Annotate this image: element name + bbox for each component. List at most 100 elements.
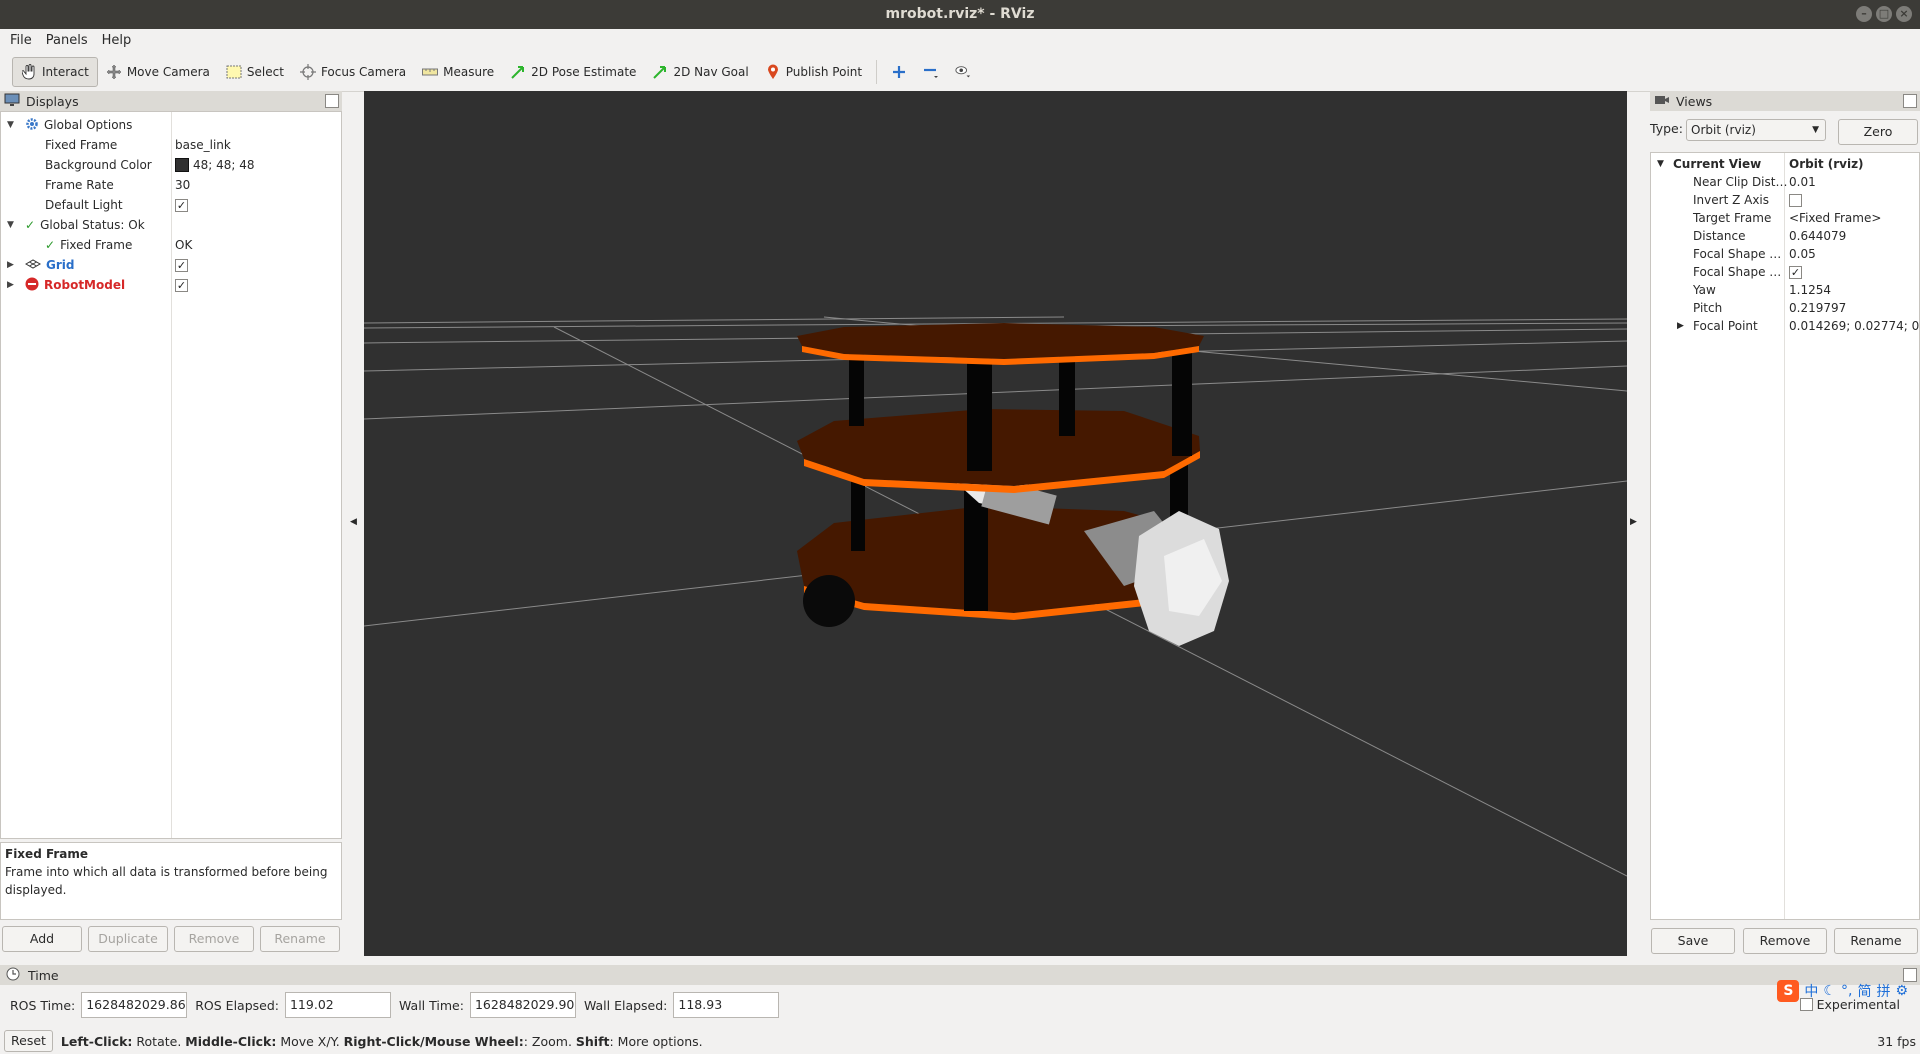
collapse-right-icon[interactable]: ▶ [1630,517,1637,527]
save-view-button[interactable]: Save [1651,928,1735,954]
ros-elapsed-field[interactable]: 119.02 [284,992,391,1018]
expand-down-icon[interactable]: ▼ [7,220,14,230]
invert-z-checkbox[interactable] [1789,193,1802,207]
tree-row-robot-model[interactable]: ▶ RobotModel ✓ [1,275,339,295]
frame-rate-label: Frame Rate [45,178,114,192]
view-prop-row[interactable]: Distance 0.644079 [1651,227,1919,245]
frame-rate-value[interactable]: 30 [175,178,190,192]
add-display-button[interactable]: Add [2,926,82,952]
pitch-value[interactable]: 0.219797 [1789,301,1846,315]
wall-elapsed-field[interactable]: 118.93 [673,992,780,1018]
ime-simplified[interactable]: 简 [1857,981,1871,1001]
measure-tool-button[interactable]: Measure [414,57,502,87]
publish-point-tool-button[interactable]: Publish Point [757,57,870,87]
view-prop-row[interactable]: Focal Shape … ✓ [1651,263,1919,281]
window-title: mrobot.rviz* - RViz [885,6,1035,22]
nav-goal-tool-button[interactable]: 2D Nav Goal [644,57,756,87]
menu-panels[interactable]: Panels [42,31,92,50]
maximize-button[interactable]: □ [1876,6,1892,22]
tree-row-default-light[interactable]: Default Light ✓ [1,195,339,215]
default-light-label: Default Light [45,198,123,212]
move-camera-tool-button[interactable]: Move Camera [98,57,218,87]
tree-row-fixed-frame[interactable]: Fixed Frame base_link [1,135,339,155]
tree-row-global-options[interactable]: ▼ Global Options [1,115,339,135]
current-view-row[interactable]: ▼ Current View Orbit (rviz) [1651,155,1919,173]
ime-pinyin[interactable]: 拼 [1876,981,1890,1001]
dropdown-arrow-icon: ▼ [1812,125,1819,135]
tree-row-background-color[interactable]: Background Color 48; 48; 48 [1,155,339,175]
view-prop-row[interactable]: Near Clip Dist… 0.01 [1651,173,1919,191]
rename-view-button[interactable]: Rename [1834,928,1918,954]
near-clip-value[interactable]: 0.01 [1789,175,1816,189]
grid-enabled-checkbox[interactable]: ✓ [175,259,188,272]
default-light-checkbox[interactable]: ✓ [175,199,188,212]
expand-right-icon[interactable]: ▶ [7,260,14,270]
interact-tool-button[interactable]: Interact [12,56,98,87]
focal-point-value[interactable]: 0.014269; 0.02774; 0.… [1789,319,1920,333]
expand-down-icon[interactable]: ▼ [1657,159,1664,169]
expand-right-icon[interactable]: ▶ [1677,321,1684,331]
move-camera-icon [106,64,122,80]
ime-chinese-mode[interactable]: 中 [1804,981,1818,1001]
select-tool-button[interactable]: Select [218,57,292,87]
wall-time-field[interactable]: 1628482029.90 [469,992,576,1018]
wall-elapsed-label: Wall Elapsed: [583,997,668,1013]
displays-undock-checkbox[interactable] [325,94,339,108]
add-tool-button[interactable] [883,57,915,87]
expand-right-icon[interactable]: ▶ [7,280,14,290]
target-frame-value[interactable]: <Fixed Frame> [1789,211,1881,225]
menu-help[interactable]: Help [98,31,136,50]
hint-right-click-desc: : Zoom. [523,1033,576,1049]
ros-time-field[interactable]: 1628482029.86 [81,992,188,1018]
menu-file[interactable]: File [6,31,36,50]
wall-time-label: Wall Time: [398,997,464,1013]
minimize-button[interactable]: – [1856,6,1872,22]
3d-render-viewport[interactable] [364,91,1627,956]
tree-row-frame-rate[interactable]: Frame Rate 30 [1,175,339,195]
view-type-dropdown[interactable]: Orbit (rviz) ▼ [1686,119,1826,141]
fixed-frame-value[interactable]: base_link [175,138,231,152]
view-prop-row[interactable]: Target Frame <Fixed Frame> [1651,209,1919,227]
reset-button[interactable]: Reset [4,1030,53,1052]
distance-value[interactable]: 0.644079 [1789,229,1846,243]
expand-down-icon[interactable]: ▼ [7,120,14,130]
color-swatch[interactable] [175,158,189,172]
ruler-icon [422,64,439,80]
remove-view-button[interactable]: Remove [1743,928,1827,954]
robot-model-label: RobotModel [44,278,126,292]
view-prop-row[interactable]: Yaw 1.1254 [1651,281,1919,299]
tree-row-global-status[interactable]: ▼ ✓ Global Status: Ok [1,215,339,235]
checkmark-icon: ✓ [25,218,36,232]
focus-camera-tool-button[interactable]: Focus Camera [292,57,414,87]
view-prop-row[interactable]: ▶ Focal Point 0.014269; 0.02774; 0.… [1651,317,1920,335]
pose-estimate-tool-button[interactable]: 2D Pose Estimate [502,57,644,87]
robot-model-enabled-checkbox[interactable]: ✓ [175,279,188,292]
plus-icon [891,64,907,80]
collapse-left-icon[interactable]: ◀ [350,517,357,527]
zero-view-button[interactable]: Zero [1838,119,1918,145]
view-options-button[interactable] [947,57,979,87]
interact-label: Interact [42,64,89,79]
hint-shift-desc: : More options. [609,1033,703,1049]
tree-row-grid[interactable]: ▶ Grid ✓ [1,255,339,275]
background-color-value[interactable]: 48; 48; 48 [193,158,255,172]
yaw-value[interactable]: 1.1254 [1789,283,1831,297]
rename-display-button[interactable]: Rename [260,926,340,952]
tree-row-status-fixed-frame[interactable]: ✓ Fixed Frame OK [1,235,339,255]
fixed-frame-label: Fixed Frame [45,138,118,152]
views-undock-checkbox[interactable] [1903,94,1917,108]
focal-shape-size-value[interactable]: 0.05 [1789,247,1816,261]
duplicate-display-button[interactable]: Duplicate [88,926,168,952]
focal-shape-fixed-checkbox[interactable]: ✓ [1789,265,1802,279]
remove-display-button[interactable]: Remove [174,926,254,952]
ime-toolbar[interactable]: S 中 ☾ °, 简 拼 ⚙ [1777,980,1908,1002]
ime-settings-gear-icon[interactable]: ⚙ [1895,983,1908,999]
displays-monitor-icon [4,93,20,110]
close-button[interactable]: × [1896,6,1912,22]
remove-tool-button[interactable] [915,57,947,87]
toolbar: Interact Move Camera Select Focus Camera… [0,52,1920,92]
view-prop-row[interactable]: Pitch 0.219797 [1651,299,1919,317]
view-prop-row[interactable]: Focal Shape … 0.05 [1651,245,1919,263]
view-prop-row[interactable]: Invert Z Axis [1651,191,1919,209]
near-clip-label: Near Clip Dist… [1693,175,1788,189]
